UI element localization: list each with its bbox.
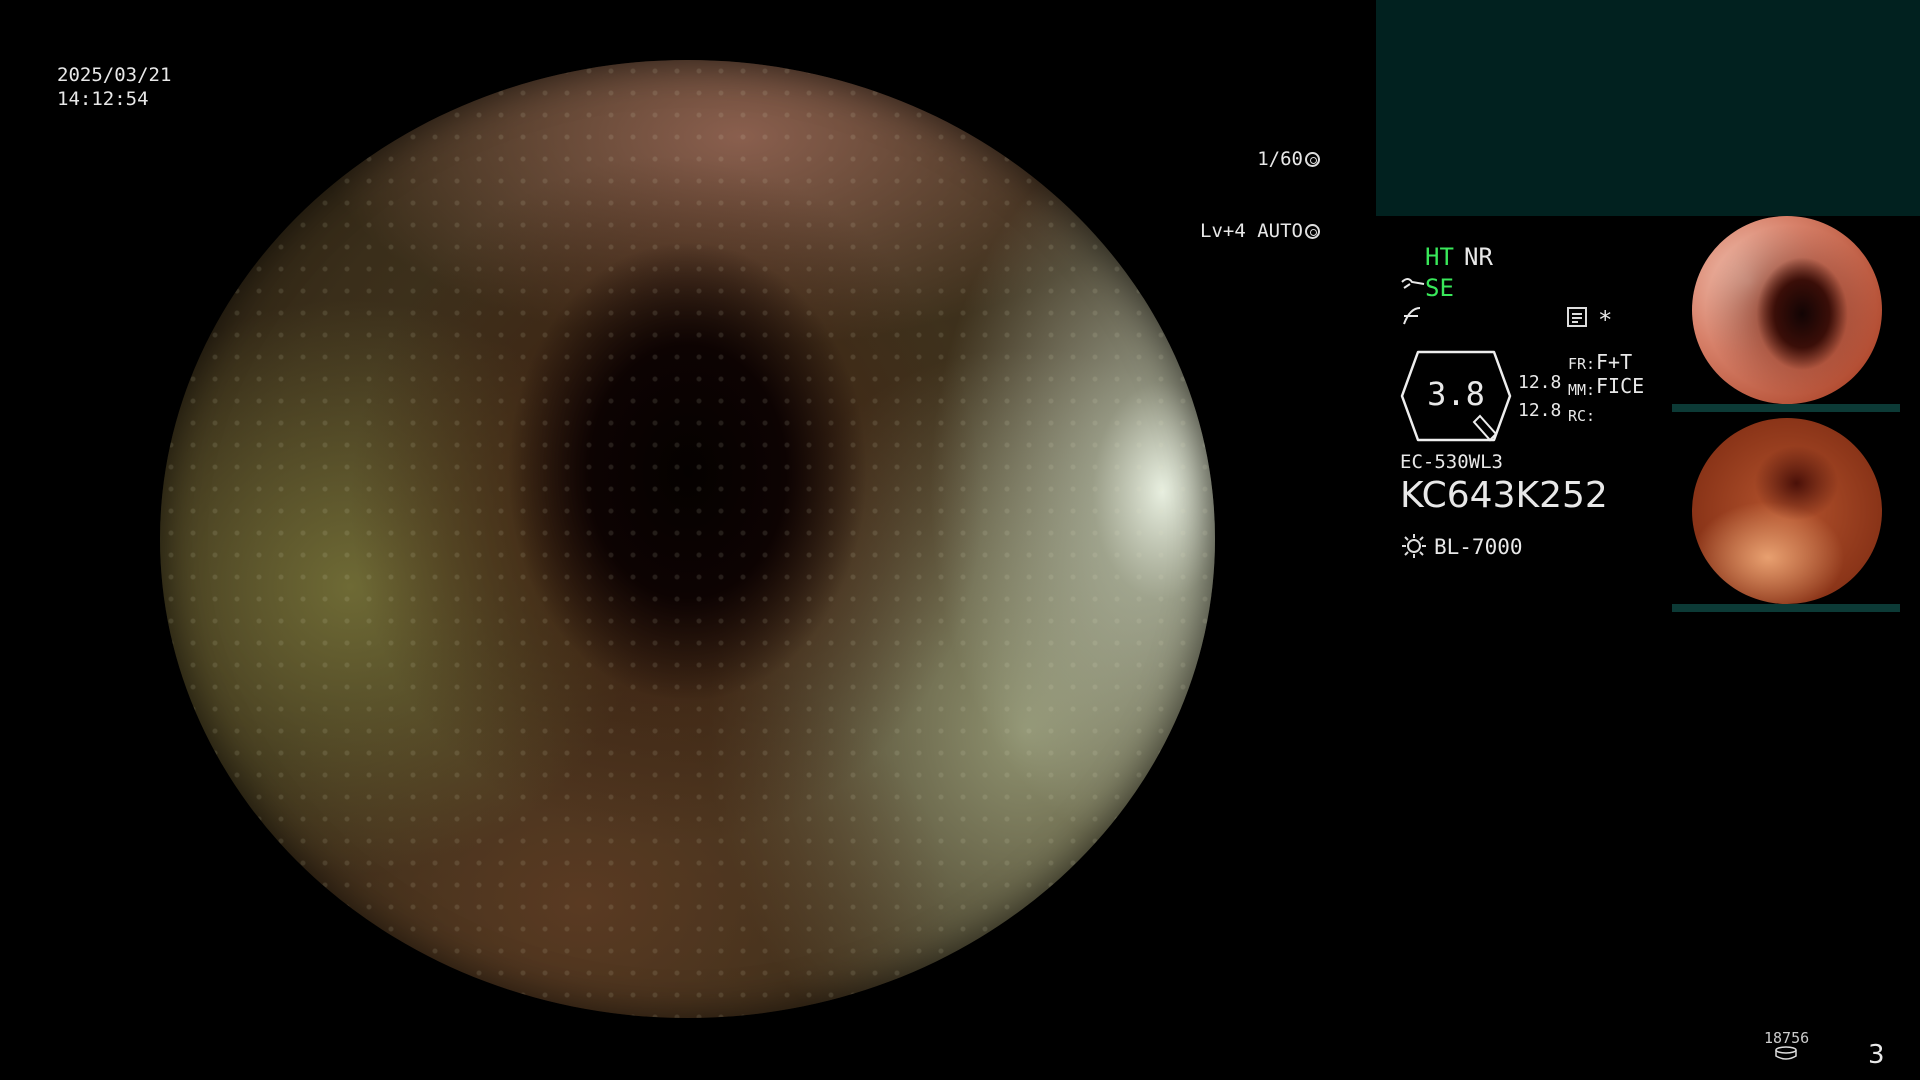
date-time-readout: 2025/03/21 14:12:54: [57, 63, 171, 111]
page-number: 3: [1868, 1040, 1885, 1070]
document-icon: [1567, 307, 1587, 327]
asterisk-mark: *: [1598, 306, 1613, 334]
counter-text: 18756: [1764, 1029, 1810, 1047]
tilde-arrow-icon: [1401, 278, 1425, 289]
time-text: 14:12:54: [57, 88, 149, 110]
nr-indicator: NR: [1464, 243, 1493, 271]
thumb-strip-2: [1672, 604, 1900, 612]
gamma-curve-icon: [1403, 307, 1421, 325]
thumbnail-capture-1[interactable]: [1692, 216, 1882, 404]
storage-icon: [1775, 1046, 1797, 1060]
bubble-texture: [160, 60, 1215, 1018]
fr-label: FR:: [1568, 355, 1596, 373]
mm-value: FICE: [1596, 374, 1645, 398]
endoscope-main-view: [160, 60, 1215, 1018]
date-text: 2025/03/21: [57, 64, 172, 86]
shutter-text: 1/60: [1257, 148, 1303, 170]
gamma-icon: [1400, 304, 1424, 334]
scope-serial: KC643K252: [1400, 475, 1608, 516]
se-indicator: SE: [1425, 274, 1454, 302]
value-b: 12.8: [1518, 400, 1562, 421]
rc-label: RC:: [1568, 407, 1596, 425]
light-bulb-icon: [1402, 534, 1426, 558]
level-text: Lv+4 AUTO: [1200, 220, 1303, 242]
light-source-text: BL-7000: [1434, 535, 1523, 559]
record-list-icon: [1566, 306, 1588, 334]
top-info-panel: [1376, 0, 1920, 216]
aperture-icon: [1305, 152, 1320, 167]
image-counter: 18756: [1764, 1029, 1810, 1063]
thumbnail-capture-2[interactable]: [1692, 418, 1882, 604]
mm-label: MM:: [1568, 381, 1596, 399]
light-source-row: BL-7000: [1400, 532, 1523, 561]
auto-iris-icon: [1305, 224, 1320, 239]
exposure-readout: 1/60 Lv+4 AUTO: [1200, 99, 1320, 267]
thumb-strip-1: [1672, 404, 1900, 412]
zoom-gauge-value: 3.8: [1427, 375, 1485, 413]
scope-model: EC-530WL3: [1400, 451, 1503, 473]
structure-enhance-icon: [1400, 274, 1426, 302]
value-a: 12.8: [1518, 372, 1562, 393]
ht-indicator: HT: [1425, 243, 1454, 271]
